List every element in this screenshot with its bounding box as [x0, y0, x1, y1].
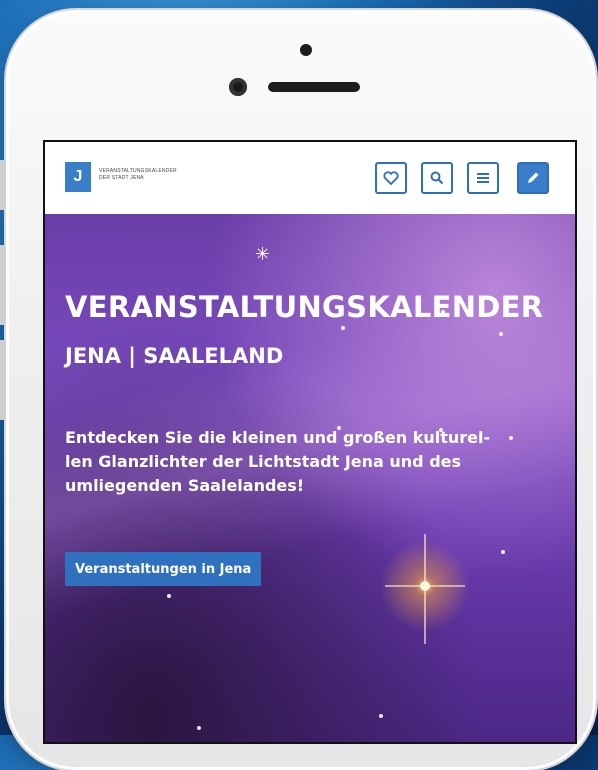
hero-title: VERANSTALTUNGSKALENDER: [65, 290, 544, 324]
hero-description-line1: Entdecken Sie die kleinen und großen kul…: [65, 428, 491, 447]
add-event-button[interactable]: [517, 162, 549, 194]
sparkle-star-icon: [385, 534, 465, 644]
snowflake-icon: ✳: [255, 244, 271, 265]
proximity-sensor: [300, 44, 312, 56]
menu-icon: [477, 173, 489, 183]
search-icon: [430, 171, 444, 185]
speaker-grille: [268, 82, 360, 92]
hero-description-line3: umliegenden Saalelandes!: [65, 476, 305, 495]
hero-star: [499, 332, 503, 336]
hero-banner: ✳ VERANSTALTUNGSKALENDER JENA | SAALELAN…: [45, 214, 577, 742]
front-camera: [229, 78, 247, 96]
logo-text: VERANSTALTUNGSKALENDER DER STADT JENA: [99, 168, 177, 182]
hero-star: [501, 550, 505, 554]
hero-description: Entdecken Sie die kleinen und großen kul…: [65, 426, 559, 498]
hero-star: [341, 326, 345, 330]
search-button[interactable]: [421, 162, 453, 194]
heart-icon: [383, 171, 399, 185]
hero-star: [379, 714, 383, 718]
phone-volume-up: [0, 245, 6, 325]
logo-text-line2: DER STADT JENA: [99, 175, 144, 181]
hero-star: [197, 726, 201, 730]
hero-star: [575, 484, 577, 488]
site-logo[interactable]: J: [65, 162, 91, 192]
site-header: J VERANSTALTUNGSKALENDER DER STADT JENA: [45, 142, 575, 215]
logo-text-line1: VERANSTALTUNGSKALENDER: [99, 168, 177, 174]
pencil-icon: [528, 172, 539, 183]
hero-description-line2: len Glanzlichter der Lichtstadt Jena und…: [65, 452, 462, 471]
menu-button[interactable]: [467, 162, 499, 194]
phone-screen: J VERANSTALTUNGSKALENDER DER STADT JENA: [43, 140, 577, 744]
logo-letter: J: [73, 168, 83, 185]
events-in-jena-button[interactable]: Veranstaltungen in Jena: [65, 552, 262, 586]
phone-volume-down: [0, 340, 6, 420]
favorites-button[interactable]: [375, 162, 407, 194]
phone-side-button: [0, 160, 6, 210]
hero-subtitle: JENA | SAALELAND: [65, 344, 284, 368]
hero-star: [167, 594, 171, 598]
